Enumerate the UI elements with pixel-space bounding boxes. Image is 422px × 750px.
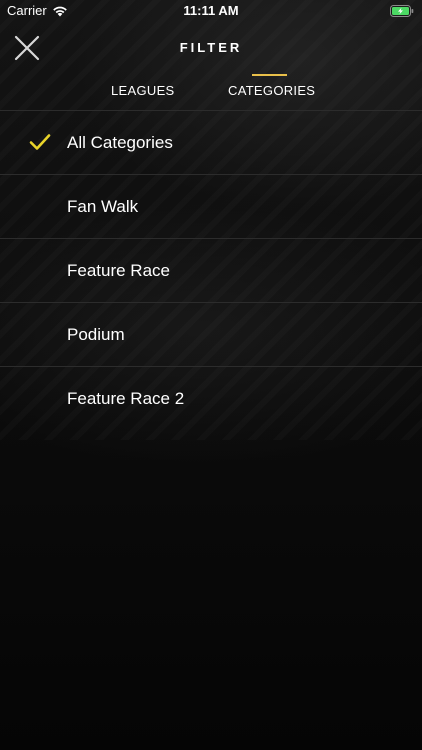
clock: 11:11 AM <box>183 3 239 18</box>
list-item-label: Fan Walk <box>67 197 139 216</box>
page-title: FILTER <box>179 40 243 55</box>
status-bar: Carrier 11:11 AM <box>0 0 422 22</box>
list-item-podium[interactable]: Podium <box>0 303 422 367</box>
list-item-label: All Categories <box>67 133 173 152</box>
list-item-label: Podium <box>67 325 125 344</box>
list-item-fan-walk[interactable]: Fan Walk <box>0 175 422 239</box>
list-item-label: Feature Race 2 <box>67 389 185 408</box>
list-item-all-categories[interactable]: All Categories <box>0 111 422 175</box>
tab-categories[interactable]: CATEGORIES <box>228 83 315 98</box>
battery-charging-icon <box>390 5 414 17</box>
category-list: All Categories Fan Walk Feature Race Pod… <box>0 111 422 431</box>
list-item-label: Feature Race <box>67 261 170 280</box>
header: FILTER <box>0 22 422 74</box>
tab-selected-indicator <box>252 74 287 76</box>
list-item-feature-race[interactable]: Feature Race <box>0 239 422 303</box>
list-item-feature-race-2[interactable]: Feature Race 2 <box>0 367 422 431</box>
tab-leagues[interactable]: LEAGUES <box>111 83 175 98</box>
tab-bar: LEAGUES CATEGORIES <box>0 74 422 110</box>
checkmark-icon <box>29 134 51 150</box>
